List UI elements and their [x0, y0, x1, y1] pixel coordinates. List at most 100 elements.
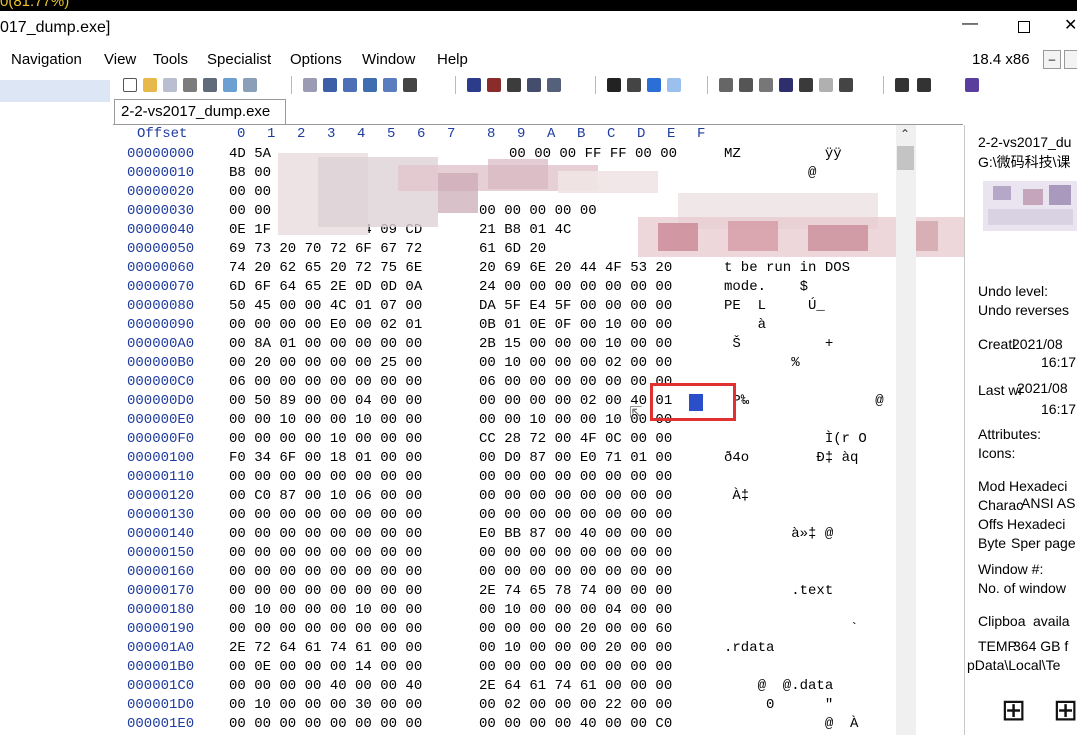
goto-offset-icon[interactable]: [607, 78, 621, 92]
back-arrow-icon[interactable]: [647, 78, 661, 92]
find-hex-icon[interactable]: [487, 78, 501, 92]
menu-help[interactable]: Help: [437, 51, 468, 68]
row-bytes-right[interactable]: 00 10 00 00 00 02 00 00: [479, 355, 672, 371]
row-bytes-left[interactable]: B8 00: [229, 165, 271, 181]
row-bytes-left[interactable]: 06 00 00 00 00 00 00 00: [229, 374, 422, 390]
row-bytes-left[interactable]: 00 20 00 00 00 00 25 00: [229, 355, 422, 371]
row-ascii[interactable]: P‰ @: [724, 393, 883, 409]
goto-page-icon[interactable]: [627, 78, 641, 92]
undo-icon[interactable]: [303, 78, 317, 92]
row-bytes-left[interactable]: 00 00 00 00 00 00 00 00: [229, 564, 422, 580]
row-ascii[interactable]: %: [724, 355, 799, 371]
row-ascii[interactable]: .text: [724, 583, 833, 599]
row-bytes-left[interactable]: 00 10 00 00 00 30 00 00: [229, 697, 422, 713]
row-bytes-left[interactable]: 00 00 00 00 10 00 00 00: [229, 431, 422, 447]
row-bytes-right[interactable]: 24 00 00 00 00 00 00 00: [479, 279, 672, 295]
row-bytes-right[interactable]: E0 BB 87 00 40 00 00 00: [479, 526, 672, 542]
menu-view[interactable]: View: [104, 51, 136, 68]
next-icon[interactable]: [917, 78, 931, 92]
row-bytes-right[interactable]: 00 00 10 00 00 10 00 00: [479, 412, 672, 428]
row-ascii[interactable]: `: [724, 621, 858, 637]
calculator-icon[interactable]: [759, 78, 773, 92]
row-bytes-right[interactable]: 00 02 00 00 00 22 00 00: [479, 697, 672, 713]
tab-file[interactable]: 2-2-vs2017_dump.exe: [114, 99, 286, 125]
row-bytes-right[interactable]: 00 00 00 00 00 00 00 00: [479, 469, 672, 485]
minimize-button[interactable]: —: [962, 15, 978, 33]
row-bytes-left[interactable]: 00 C0 87 00 10 06 00 00: [229, 488, 422, 504]
menu-tools[interactable]: Tools: [153, 51, 188, 68]
row-bytes-right[interactable]: 00 00 00 00 40 00 00 C0: [479, 716, 672, 732]
row-ascii[interactable]: à»‡ @: [724, 526, 833, 542]
menu-navigation[interactable]: Navigation: [11, 51, 82, 68]
paste-write-icon[interactable]: [383, 78, 397, 92]
row-bytes-left[interactable]: 00 00: [229, 184, 271, 200]
row-bytes-left[interactable]: 00 50 89 00 00 04 00 00: [229, 393, 422, 409]
row-bytes-left[interactable]: 00 00 00 00 00 00 00 00: [229, 583, 422, 599]
row-bytes-right[interactable]: 00 00 00 00 00 00 00 00: [479, 507, 672, 523]
help-icon[interactable]: [965, 78, 979, 92]
row-bytes-left[interactable]: 00 0E 00 00 00 14 00 00: [229, 659, 422, 675]
disk-icon[interactable]: [719, 78, 733, 92]
doc-minimize-button[interactable]: –: [1043, 50, 1061, 69]
cut-icon[interactable]: [323, 78, 337, 92]
hex-editor[interactable]: Offset 0 1 2 3 4 5 6 7 8 9 A B C D E F 00000000 4D 5A 00 …: [113, 125, 1077, 735]
row-bytes-right[interactable]: 00 10 00 00 00 04 00 00: [479, 602, 672, 618]
row-bytes-right[interactable]: 00 00 00 00 20 00 00 60: [479, 621, 672, 637]
row-ascii[interactable]: @ @.data: [724, 678, 834, 694]
row-bytes-right[interactable]: 2B 15 00 00 00 10 00 00: [479, 336, 672, 352]
hash-icon[interactable]: [819, 78, 833, 92]
menu-window[interactable]: Window: [362, 51, 415, 68]
save-all-icon[interactable]: [243, 78, 257, 92]
row-ascii[interactable]: À‡: [724, 488, 749, 504]
find-icon[interactable]: [467, 78, 481, 92]
settings-icon[interactable]: [839, 78, 853, 92]
vertical-scrollbar[interactable]: [896, 125, 916, 735]
row-bytes-right[interactable]: 2E 74 65 78 74 00 00 00: [479, 583, 672, 599]
row-bytes-right[interactable]: 00 00 00 00 02 00 40 01: [479, 393, 672, 409]
menu-specialist[interactable]: Specialist: [207, 51, 271, 68]
left-panel-selection[interactable]: [0, 80, 110, 102]
row-bytes-right[interactable]: DA 5F E4 5F 00 00 00 00: [479, 298, 672, 314]
row-bytes-left[interactable]: 00 00 00 00 40 00 00 40: [229, 678, 422, 694]
forward-arrow-icon[interactable]: [667, 78, 681, 92]
open-disk-icon[interactable]: [223, 78, 237, 92]
replace-hex-icon[interactable]: [527, 78, 541, 92]
row-bytes-left[interactable]: 74 20 62 65 20 72 75 6E: [229, 260, 422, 276]
row-bytes-left[interactable]: 2E 72 64 61 74 61 00 00: [229, 640, 422, 656]
row-bytes-left[interactable]: 00 10 00 00 00 10 00 00: [229, 602, 422, 618]
row-bytes-right[interactable]: 00 00 00 00 00 00 00 00: [479, 488, 672, 504]
maximize-button[interactable]: [1018, 21, 1030, 33]
new-file-icon[interactable]: [123, 78, 137, 92]
replace-icon[interactable]: [507, 78, 521, 92]
row-bytes-left[interactable]: 50 45 00 00 4C 01 07 00: [229, 298, 422, 314]
scroll-up-icon[interactable]: ⌃: [900, 127, 910, 141]
row-bytes-left[interactable]: 00 00 00 00 00 00 00 00: [229, 469, 422, 485]
row-bytes-right[interactable]: 00 00 00 00 00 00 00 00: [479, 659, 672, 675]
row-bytes-right[interactable]: 2E 64 61 74 61 00 00 00: [479, 678, 672, 694]
row-bytes-right[interactable]: 0B 01 0E 0F 00 10 00 00: [479, 317, 672, 333]
row-ascii[interactable]: 0 ": [724, 697, 833, 713]
row-bytes-left[interactable]: 69 73 20 70 72 6F 67 72: [229, 241, 422, 257]
menu-options[interactable]: Options: [290, 51, 342, 68]
row-bytes-left[interactable]: 00 00 00 00 00 00 00 00: [229, 621, 422, 637]
row-bytes-left[interactable]: 00 00 00 00 00 00 00 00: [229, 716, 422, 732]
fill-icon[interactable]: [403, 78, 417, 92]
row-bytes-left[interactable]: 00 8A 01 00 00 00 00 00: [229, 336, 422, 352]
row-bytes-right[interactable]: 00 10 00 00 00 20 00 00: [479, 640, 672, 656]
row-ascii[interactable]: ð4o Ð‡ àq: [724, 450, 858, 466]
row-ascii[interactable]: .rdata: [724, 640, 774, 656]
scrollbar-thumb[interactable]: [897, 146, 914, 170]
properties-icon[interactable]: [203, 78, 217, 92]
row-bytes-right[interactable]: 61 6D 20: [479, 241, 546, 257]
row-bytes-left[interactable]: 6D 6F 64 65 2E 0D 0D 0A: [229, 279, 422, 295]
bookmark-grid-icon[interactable]: ⊞: [1001, 693, 1026, 728]
row-bytes-right[interactable]: CC 28 72 00 4F 0C 00 00: [479, 431, 672, 447]
row-bytes-left[interactable]: F0 34 6F 00 18 01 00 00: [229, 450, 422, 466]
prev-icon[interactable]: [895, 78, 909, 92]
close-button[interactable]: ✕: [1064, 17, 1077, 35]
open-ram-icon[interactable]: [739, 78, 753, 92]
row-ascii[interactable]: mode. $: [724, 279, 808, 295]
row-bytes-left[interactable]: 00 00 00 00 00 00 00 00: [229, 526, 422, 542]
paste-icon[interactable]: [363, 78, 377, 92]
row-ascii[interactable]: Ì(r O: [724, 431, 867, 447]
